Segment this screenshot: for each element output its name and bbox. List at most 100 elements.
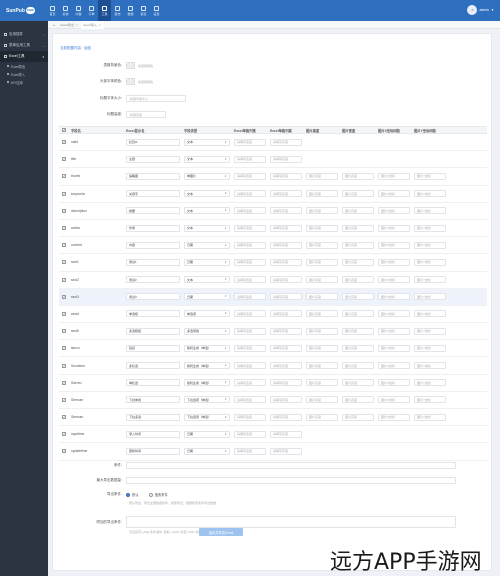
row-checkbox[interactable]: ✓ [62,140,66,145]
type-select[interactable]: 日期 ▼ [184,447,230,455]
type-select[interactable]: 单选项 ▼ [184,310,230,318]
height-input[interactable]: 请填写高度 [270,207,302,215]
title-input[interactable]: 测试1 [126,258,180,266]
pic-y-input[interactable]: 图片Y坐标 [414,190,446,198]
row-checkbox[interactable]: ✓ [62,157,66,162]
height-input[interactable]: 请填写高度 [270,413,302,421]
pic-width-input[interactable]: 图片高度 [342,362,374,370]
pic-width-input[interactable]: 图片高度 [342,190,374,198]
pic-height-input[interactable]: 图片高度 [306,293,338,301]
pic-width-input[interactable]: 图片高度 [342,379,374,387]
pic-width-input[interactable]: 图片高度 [342,241,374,249]
title-input[interactable]: 多栏选 [126,362,180,370]
type-select[interactable]: 文本 ▼ [184,207,230,215]
pic-x-input[interactable]: 图片X坐标 [378,362,410,370]
pic-width-input[interactable]: 图片高度 [342,327,374,335]
nav-item-5[interactable]: 发布 [111,0,124,21]
pic-width-input[interactable]: 图片高度 [342,224,374,232]
nav-item-8[interactable]: 设置 [150,0,163,21]
height-input[interactable]: 请填写高度 [270,190,302,198]
height-input[interactable]: 请填写高度 [270,379,302,387]
pic-height-input[interactable]: 图片高度 [306,190,338,198]
pic-height-input[interactable]: 图片高度 [306,258,338,266]
row-checkbox[interactable]: ✓ [62,260,66,265]
close-icon[interactable]: × [76,23,78,27]
width-input[interactable]: 请填写宽度 [234,379,266,387]
height-input[interactable]: 请填写高度 [270,258,302,266]
user-menu[interactable]: A admin ▼ [467,5,494,15]
width-input[interactable]: 请填写宽度 [234,327,266,335]
pic-x-input[interactable]: 图片X坐标 [378,293,410,301]
pic-height-input[interactable]: 图片高度 [306,396,338,404]
pic-x-input[interactable]: 图片X坐标 [378,396,410,404]
type-select[interactable]: 文本 ▼ [184,224,230,232]
pic-y-input[interactable]: 图片Y坐标 [414,258,446,266]
pic-width-input[interactable]: 图片高度 [342,293,374,301]
row-checkbox[interactable]: ✓ [62,226,66,231]
sidebar-item-1[interactable]: 表单应用工具 ‹ [0,40,48,51]
pic-width-input[interactable]: 图片高度 [342,207,374,215]
width-input[interactable]: 请填写宽度 [234,430,266,438]
width-input[interactable]: 请填写宽度 [234,190,266,198]
title-input[interactable]: 内容 [126,241,180,249]
title-input[interactable]: 单栏选 [126,379,180,387]
width-input[interactable]: 请填写宽度 [234,396,266,404]
row-checkbox[interactable]: ✓ [62,174,66,179]
type-select[interactable]: 文本 ▼ [184,155,230,163]
pic-y-input[interactable]: 图片Y坐标 [414,172,446,180]
pic-y-input[interactable]: 图片Y坐标 [414,207,446,215]
pic-x-input[interactable]: 图片X坐标 [378,379,410,387]
title-input[interactable]: 录入时间 [126,430,180,438]
pic-height-input[interactable]: 图片高度 [306,276,338,284]
close-icon[interactable]: × [99,23,101,27]
nav-item-0[interactable]: 首页 [46,0,59,21]
type-select[interactable]: 文本 ▼ [184,276,230,284]
height-input[interactable]: 请填写高度 [270,430,302,438]
pic-y-input[interactable]: 图片Y坐标 [414,293,446,301]
pic-y-input[interactable]: 图片Y坐标 [414,362,446,370]
height-input[interactable]: 请填写高度 [270,362,302,370]
height-input[interactable]: 请填写高度 [270,344,302,352]
type-select[interactable]: 单图片 ▼ [184,172,230,180]
width-input[interactable]: 请填写宽度 [234,155,266,163]
where-input[interactable] [126,462,456,469]
type-select[interactable]: 随机生成（单选） ▼ [184,362,230,370]
type-select[interactable]: 随机生成（单选） ▼ [184,379,230,387]
nav-item-6[interactable]: 数据 [124,0,137,21]
row-checkbox[interactable]: ✓ [62,311,66,316]
height-input[interactable]: 请填写高度 [270,172,302,180]
pic-y-input[interactable]: 图片Y坐标 [414,396,446,404]
title-input[interactable]: 更新时间 [126,447,180,455]
pic-width-input[interactable]: 图片高度 [342,413,374,421]
row-checkbox[interactable]: ✓ [62,397,66,402]
pic-width-input[interactable]: 图片高度 [342,276,374,284]
width-input[interactable]: 请填写宽度 [234,310,266,318]
pic-height-input[interactable]: 图片高度 [306,172,338,180]
height-input[interactable]: 请填写高度 [270,241,302,249]
row-checkbox[interactable]: ✓ [62,191,66,196]
pic-y-input[interactable]: 图片Y坐标 [414,344,446,352]
type-select[interactable]: 日期 ▼ [184,258,230,266]
height-input[interactable]: 请填写高度 [270,396,302,404]
height-input[interactable]: 请填写高度 [270,138,302,146]
width-input[interactable]: 请填写宽度 [234,413,266,421]
row-checkbox[interactable]: ✓ [62,277,66,282]
row-checkbox[interactable]: ✓ [62,294,66,299]
title-input[interactable]: 主题 [126,155,180,163]
type-select[interactable]: 日期 ▼ [184,293,230,301]
pic-x-input[interactable]: 图片X坐标 [378,258,410,266]
pic-height-input[interactable]: 图片高度 [306,362,338,370]
width-input[interactable]: 请填写宽度 [234,293,266,301]
pic-x-input[interactable]: 图片X坐标 [378,241,410,249]
width-input[interactable]: 请填写宽度 [234,258,266,266]
pic-y-input[interactable]: 图片Y坐标 [414,276,446,284]
pic-x-input[interactable]: 图片X坐标 [378,207,410,215]
nav-item-1[interactable]: 系统 [59,0,72,21]
row-checkbox[interactable]: ✓ [62,363,66,368]
nav-item-2[interactable]: 内容 [72,0,85,21]
pic-y-input[interactable]: 图片Y坐标 [414,241,446,249]
nav-item-4[interactable]: 工具 [98,0,111,21]
width-input[interactable]: 请填写宽度 [234,207,266,215]
title-input[interactable]: 摘要 [126,207,180,215]
tab-1[interactable]: Excel导入 × [80,20,104,29]
